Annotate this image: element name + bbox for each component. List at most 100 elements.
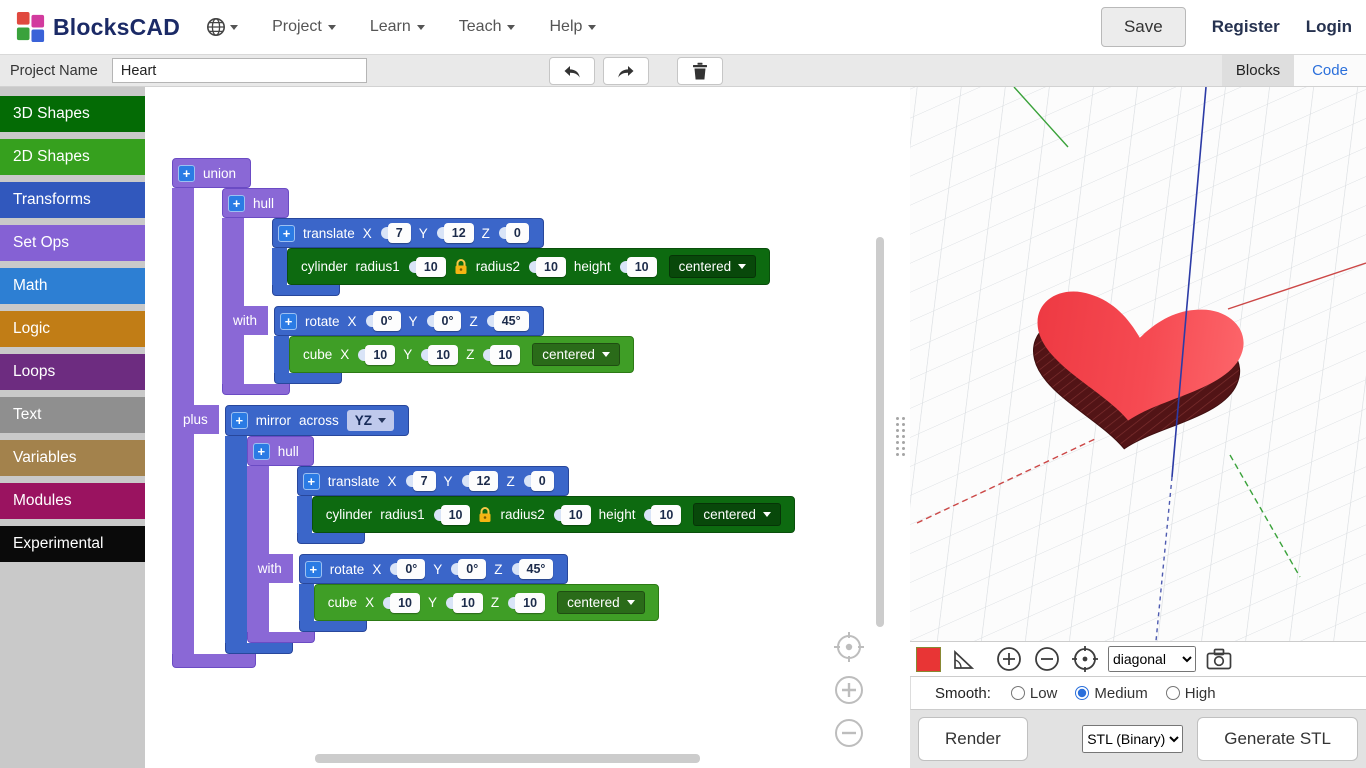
view-angle-select[interactable]: diagonal xyxy=(1108,646,1196,672)
smooth-low-radio[interactable] xyxy=(1011,686,1025,700)
cube-block[interactable]: cube X 10 Y 10 Z 10 xyxy=(314,584,659,621)
centered-dropdown[interactable]: centered xyxy=(669,255,757,278)
tab-blocks[interactable]: Blocks xyxy=(1222,55,1294,86)
panel-resizer[interactable] xyxy=(890,87,910,768)
screenshot-button[interactable] xyxy=(1204,648,1234,670)
hull-block[interactable]: + hull + translate X 7 Y xyxy=(222,188,770,395)
viewport-zoom-out-button[interactable] xyxy=(1032,646,1062,672)
sidebar-item-2d-shapes[interactable]: 2D Shapes xyxy=(0,139,145,175)
rotate-z-field[interactable]: 45° xyxy=(519,559,554,579)
cube-y-field[interactable]: 10 xyxy=(428,345,458,365)
color-swatch[interactable] xyxy=(916,647,941,672)
cube-y-field[interactable]: 10 xyxy=(453,593,483,613)
smooth-high-radio[interactable] xyxy=(1166,686,1180,700)
menu-teach[interactable]: Teach xyxy=(459,18,516,36)
tab-code[interactable]: Code xyxy=(1294,55,1366,86)
cylinder-block[interactable]: cylinder radius1 10 xyxy=(312,496,795,533)
union-block[interactable]: + union + hull + xyxy=(172,158,795,668)
menu-help[interactable]: Help xyxy=(549,18,596,36)
mirror-plane-dropdown[interactable]: YZ xyxy=(347,410,394,431)
project-name-input[interactable] xyxy=(112,58,367,83)
stl-format-select[interactable]: STL (Binary) xyxy=(1082,725,1183,753)
expand-collapse-icon[interactable]: + xyxy=(178,165,195,182)
centered-dropdown[interactable]: centered xyxy=(557,591,645,614)
cube-z-field[interactable]: 10 xyxy=(490,345,520,365)
undo-button[interactable] xyxy=(549,57,595,85)
cube-x-field[interactable]: 10 xyxy=(365,345,395,365)
cube-block[interactable]: cube X 10 Y 10 Z 10 c xyxy=(289,336,634,373)
cylinder-height-field[interactable]: 10 xyxy=(651,505,681,525)
zoom-reset-icon[interactable] xyxy=(834,632,864,662)
translate-block[interactable]: + translate X 7 Y 12 Z 0 xyxy=(297,466,795,544)
sidebar-item-experimental[interactable]: Experimental xyxy=(0,526,145,562)
sidebar-item-set-ops[interactable]: Set Ops xyxy=(0,225,145,261)
translate-x-field[interactable]: 7 xyxy=(388,223,411,243)
view-reset-button[interactable] xyxy=(1070,646,1100,672)
cylinder-radius2-field[interactable]: 10 xyxy=(561,505,591,525)
zoom-in-icon[interactable] xyxy=(834,675,864,705)
rotate-y-field[interactable]: 0° xyxy=(434,311,462,331)
smooth-high-option[interactable]: High xyxy=(1166,685,1216,702)
hull-block[interactable]: + hull + translate X xyxy=(247,436,795,643)
centered-dropdown[interactable]: centered xyxy=(532,343,620,366)
blockscad-logo[interactable]: BlocksCAD xyxy=(14,11,180,44)
lock-icon[interactable] xyxy=(454,259,468,275)
horizontal-scrollbar[interactable] xyxy=(315,754,700,763)
3d-viewport[interactable] xyxy=(910,87,1366,641)
rotate-z-field[interactable]: 45° xyxy=(494,311,529,331)
trash-button[interactable] xyxy=(677,57,723,85)
blockly-canvas[interactable]: + union + hull + xyxy=(145,87,890,768)
expand-collapse-icon[interactable]: + xyxy=(231,412,248,429)
generate-stl-button[interactable]: Generate STL xyxy=(1197,717,1358,761)
cylinder-radius2-field[interactable]: 10 xyxy=(536,257,566,277)
expand-collapse-icon[interactable]: + xyxy=(305,561,322,578)
cylinder-block[interactable]: cylinder radius1 10 xyxy=(287,248,770,285)
render-button[interactable]: Render xyxy=(918,717,1028,761)
sidebar-item-text[interactable]: Text xyxy=(0,397,145,433)
vertical-scrollbar[interactable] xyxy=(876,237,884,627)
save-button[interactable]: Save xyxy=(1101,7,1186,47)
translate-block[interactable]: + translate X 7 Y 12 Z 0 xyxy=(272,218,770,296)
rotate-block[interactable]: + rotate X 0° Y 0° Z xyxy=(299,554,659,632)
sidebar-item-logic[interactable]: Logic xyxy=(0,311,145,347)
register-link[interactable]: Register xyxy=(1212,17,1280,37)
expand-collapse-icon[interactable]: + xyxy=(253,443,270,460)
centered-dropdown[interactable]: centered xyxy=(693,503,781,526)
cylinder-radius1-field[interactable]: 10 xyxy=(416,257,446,277)
sidebar-item-transforms[interactable]: Transforms xyxy=(0,182,145,218)
expand-collapse-icon[interactable]: + xyxy=(278,225,295,242)
sidebar-item-loops[interactable]: Loops xyxy=(0,354,145,390)
menu-learn[interactable]: Learn xyxy=(370,18,425,36)
mirror-block[interactable]: + mirror across YZ xyxy=(225,405,795,654)
rotate-block[interactable]: + rotate X 0° Y 0° Z 45° xyxy=(274,306,634,384)
sidebar-item-variables[interactable]: Variables xyxy=(0,440,145,476)
language-menu[interactable] xyxy=(206,17,238,37)
cylinder-height-field[interactable]: 10 xyxy=(627,257,657,277)
expand-collapse-icon[interactable]: + xyxy=(280,313,297,330)
rotate-y-field[interactable]: 0° xyxy=(458,559,486,579)
expand-collapse-icon[interactable]: + xyxy=(228,195,245,212)
cube-x-field[interactable]: 10 xyxy=(390,593,420,613)
translate-z-field[interactable]: 0 xyxy=(531,471,554,491)
translate-x-field[interactable]: 7 xyxy=(413,471,436,491)
translate-y-field[interactable]: 12 xyxy=(444,223,474,243)
cylinder-radius1-field[interactable]: 10 xyxy=(441,505,471,525)
rotate-x-field[interactable]: 0° xyxy=(373,311,401,331)
rotate-x-field[interactable]: 0° xyxy=(397,559,425,579)
login-link[interactable]: Login xyxy=(1306,17,1352,37)
translate-y-field[interactable]: 12 xyxy=(469,471,499,491)
sidebar-item-math[interactable]: Math xyxy=(0,268,145,304)
viewport-zoom-in-button[interactable] xyxy=(994,646,1024,672)
smooth-low-option[interactable]: Low xyxy=(1011,685,1058,702)
zoom-out-icon[interactable] xyxy=(834,718,864,748)
redo-button[interactable] xyxy=(603,57,649,85)
protractor-button[interactable] xyxy=(949,647,978,672)
translate-z-field[interactable]: 0 xyxy=(506,223,529,243)
sidebar-item-modules[interactable]: Modules xyxy=(0,483,145,519)
sidebar-item-3d-shapes[interactable]: 3D Shapes xyxy=(0,96,145,132)
expand-collapse-icon[interactable]: + xyxy=(303,473,320,490)
smooth-medium-radio[interactable] xyxy=(1075,686,1089,700)
smooth-medium-option[interactable]: Medium xyxy=(1075,685,1147,702)
cube-z-field[interactable]: 10 xyxy=(515,593,545,613)
menu-project[interactable]: Project xyxy=(272,18,336,36)
